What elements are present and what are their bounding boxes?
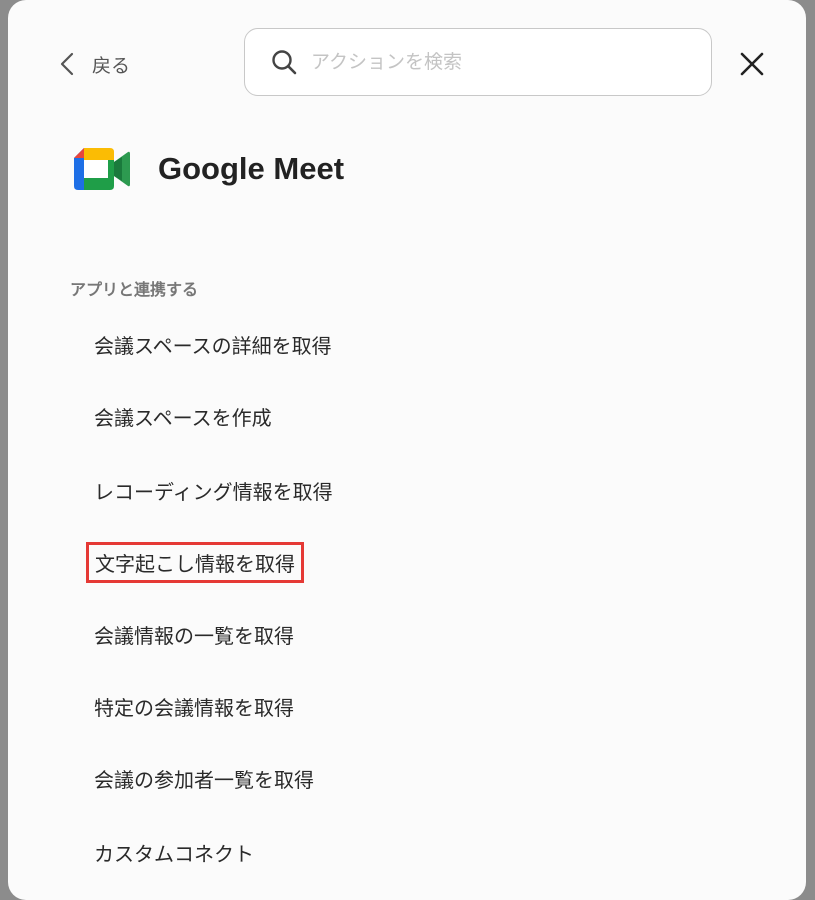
action-item[interactable]: 会議スペースを作成 xyxy=(86,398,280,435)
search-icon xyxy=(271,49,297,75)
chevron-left-icon xyxy=(60,52,74,76)
action-item[interactable]: 会議情報の一覧を取得 xyxy=(86,616,302,653)
action-item[interactable]: 会議の参加者一覧を取得 xyxy=(86,760,322,797)
action-item[interactable]: 特定の会議情報を取得 xyxy=(86,688,302,725)
action-item-highlighted[interactable]: 文字起こし情報を取得 xyxy=(86,542,304,583)
action-item[interactable]: 会議スペースの詳細を取得 xyxy=(86,326,340,363)
close-button[interactable] xyxy=(738,50,766,78)
back-button[interactable]: 戻る xyxy=(60,44,130,84)
app-header: Google Meet xyxy=(72,144,344,194)
app-name: Google Meet xyxy=(158,151,345,186)
action-picker-panel: 戻る アクションを検索 Google Meet アプリと連携する 会議スペースの… xyxy=(8,0,806,900)
back-label: 戻る xyxy=(92,54,131,77)
google-meet-logo-icon xyxy=(74,148,130,190)
search-box[interactable] xyxy=(244,28,712,96)
action-item[interactable]: レコーディング情報を取得 xyxy=(86,472,341,509)
close-icon xyxy=(740,52,764,76)
section-title: アプリと連携する xyxy=(70,280,199,299)
search-input[interactable] xyxy=(309,50,693,74)
action-item[interactable]: カスタムコネクト xyxy=(86,834,262,871)
